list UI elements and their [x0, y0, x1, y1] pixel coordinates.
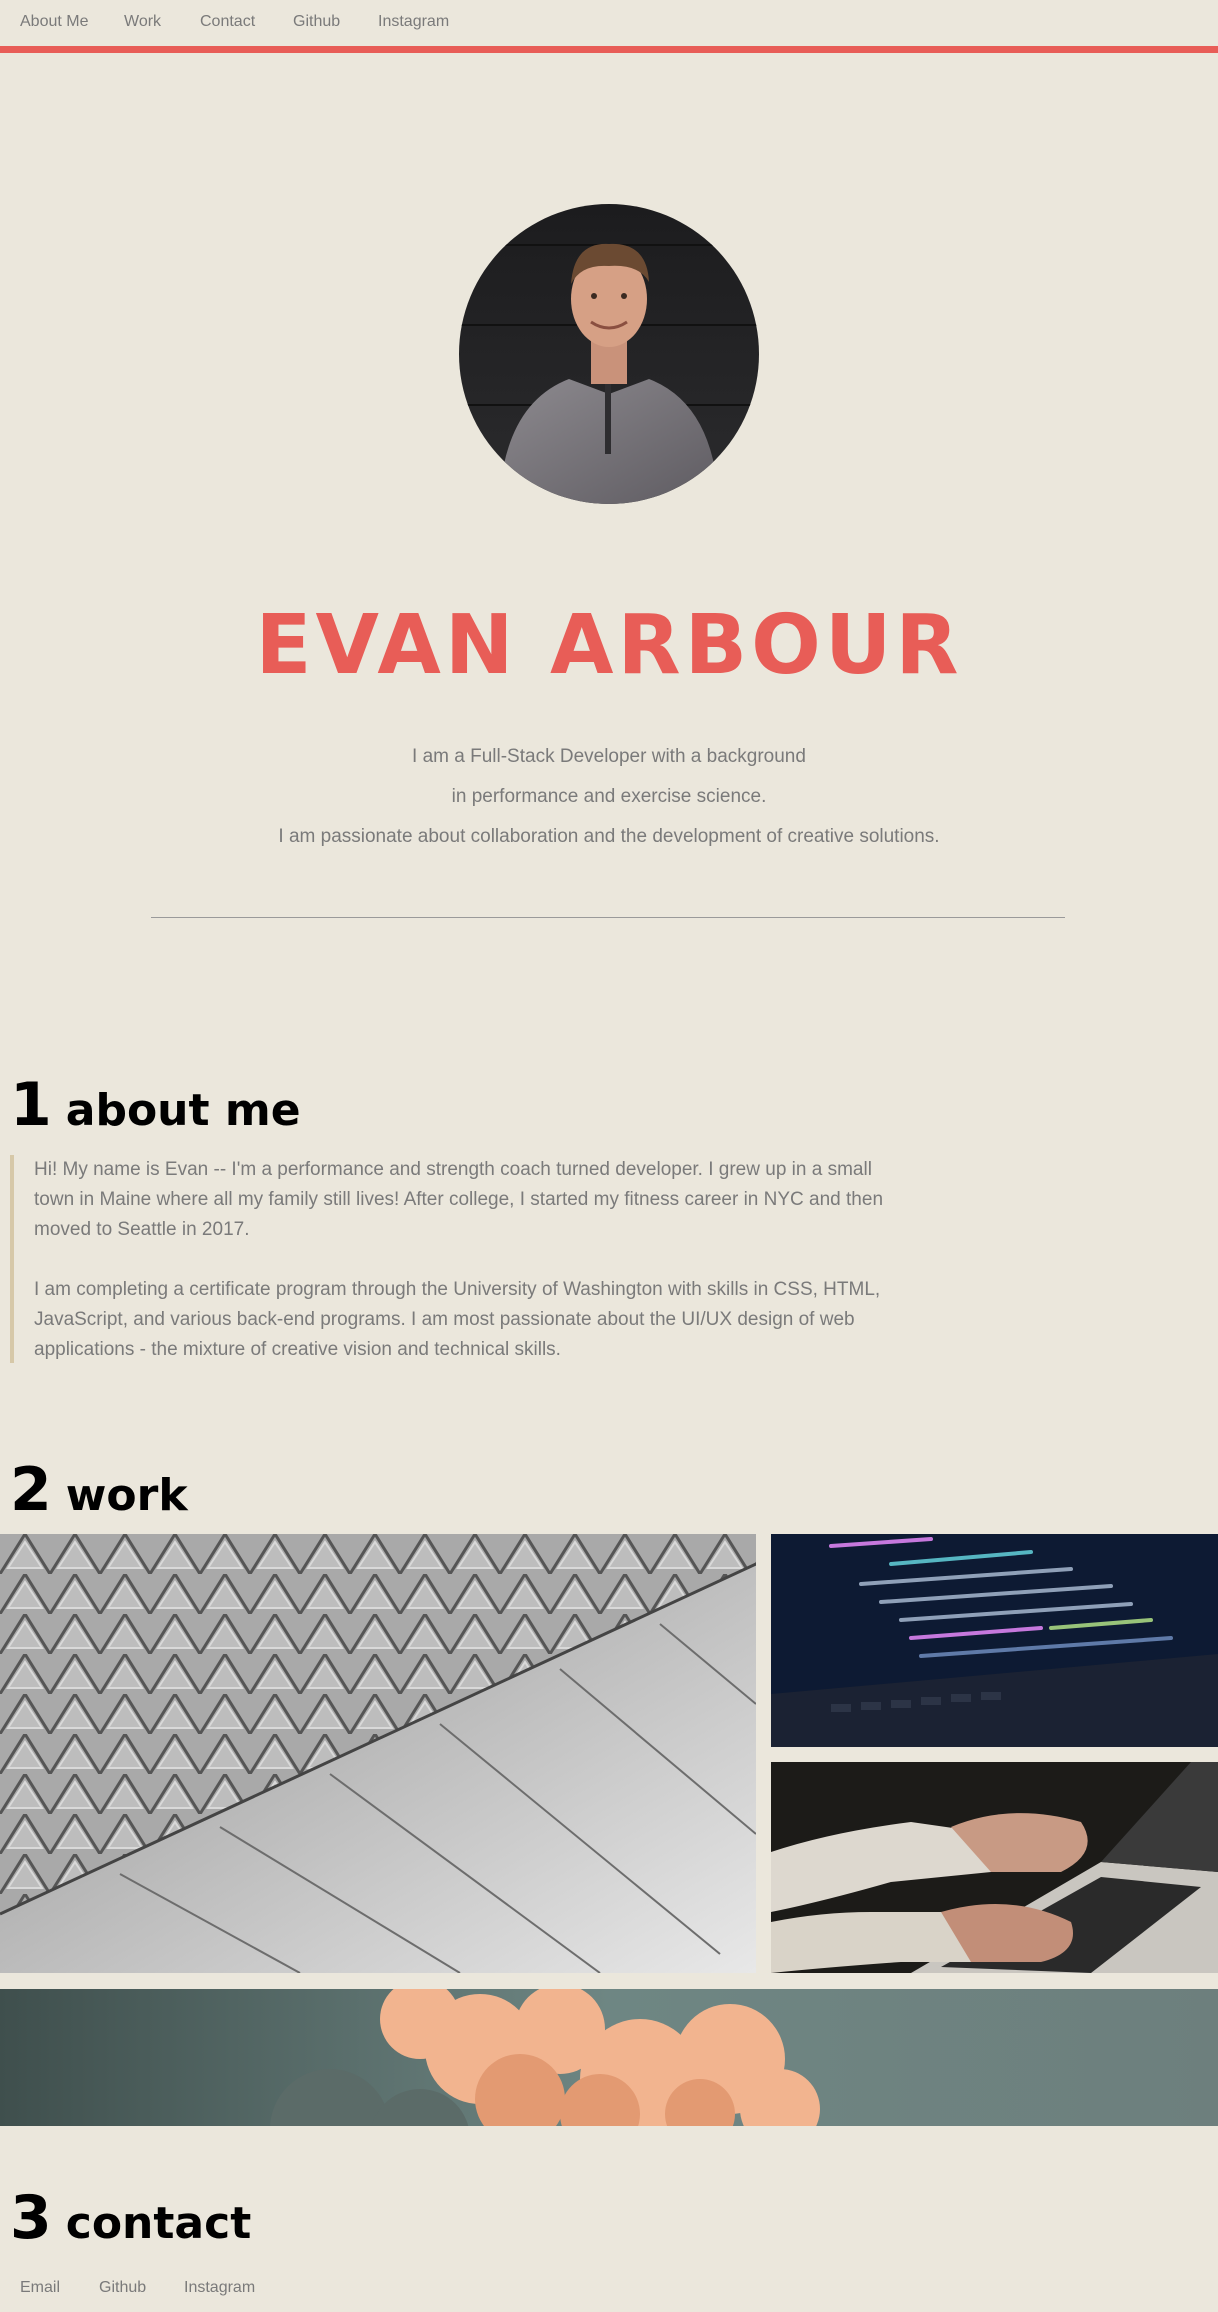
- contact-link-github[interactable]: Github: [99, 2279, 146, 2297]
- work-image-architecture[interactable]: [0, 1534, 756, 1973]
- top-nav: About Me Work Contact Github Instagram: [0, 0, 1218, 46]
- section-divider: [151, 917, 1065, 918]
- work-image-code[interactable]: [771, 1534, 1218, 1747]
- work-heading: 2 work: [10, 1455, 188, 1537]
- nav-link-github[interactable]: Github: [293, 13, 340, 31]
- work-section-title: work: [65, 1470, 188, 1521]
- nav-link-work[interactable]: Work: [124, 13, 161, 31]
- nav-link-about-me[interactable]: About Me: [20, 13, 88, 31]
- about-section-title: about me: [65, 1085, 301, 1136]
- intro-line-3: I am passionate about collaboration and …: [278, 826, 940, 847]
- intro-line-1: I am a Full-Stack Developer with a backg…: [412, 746, 806, 767]
- contact-section-number: 3: [10, 2183, 52, 2253]
- about-paragraph-2: I am completing a certificate program th…: [34, 1279, 881, 1360]
- work-image-laptop[interactable]: [771, 1762, 1218, 1973]
- profile-photo: [459, 204, 759, 504]
- about-section-number: 1: [10, 1070, 52, 1140]
- nav-accent-bar: [0, 46, 1218, 53]
- about-paragraph-1: Hi! My name is Evan -- I'm a performance…: [34, 1159, 884, 1240]
- contact-section-title: contact: [65, 2198, 252, 2249]
- about-text-block: Hi! My name is Evan -- I'm a performance…: [10, 1155, 910, 1363]
- contact-link-instagram[interactable]: Instagram: [184, 2279, 255, 2297]
- about-heading: 1 about me: [10, 1070, 301, 1152]
- contact-heading: 3 contact: [10, 2183, 251, 2265]
- work-section-number: 2: [10, 1455, 52, 1525]
- nav-link-instagram[interactable]: Instagram: [378, 13, 449, 31]
- hero-name: EVAN ARBOUR: [255, 598, 963, 693]
- work-image-clouds[interactable]: [0, 1989, 1218, 2126]
- nav-link-contact[interactable]: Contact: [200, 13, 255, 31]
- contact-link-email[interactable]: Email: [20, 2279, 60, 2297]
- intro-line-2: in performance and exercise science.: [451, 786, 767, 807]
